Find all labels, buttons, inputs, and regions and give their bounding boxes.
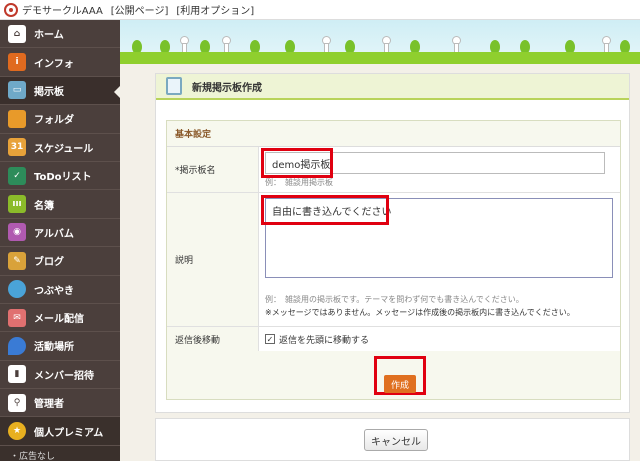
sidebar-item-label: アルバム [34, 228, 74, 240]
home-icon: ⌂ [8, 24, 26, 43]
grass-strip [120, 52, 640, 64]
sidebar-item-label: 活動場所 [34, 342, 74, 354]
sidebar-item-info[interactable]: i インフォ [0, 48, 120, 77]
admin-icon: ⚲ [8, 393, 26, 412]
board-name-label: *掲示板名 [167, 147, 259, 192]
album-icon: ◉ [8, 223, 26, 242]
top-bar: デモサークルAAA [公開ページ] [利用オプション] [0, 0, 640, 20]
sidebar-item-schedule[interactable]: 31 スケジュール [0, 134, 120, 162]
sidebar-item-label: つぶやき [34, 285, 74, 297]
sidebar-item-folder[interactable]: フォルダ [0, 105, 120, 134]
calendar-icon: 31 [8, 138, 26, 157]
highlight-box [261, 195, 389, 225]
sidebar-item-mail[interactable]: ✉ メール配信 [0, 304, 120, 333]
sidebar-item-label: 個人プレミアム [34, 427, 104, 439]
reply-field-cell: ✓ 返信を先頭に移動する [259, 327, 620, 351]
reply-checkbox-label: 返信を先頭に移動する [279, 335, 370, 346]
description-hint: 例： 雑談用の掲示板です。テーマを問わず何でも書き込んでください。 [265, 295, 524, 304]
sidebar-item-label: メンバー招待 [34, 370, 94, 382]
sidebar-item-label: 管理者 [34, 399, 64, 411]
description-row: 説明 自由に書き込んでください 例： 雑談用の掲示板です。テーマを問わず何でも書… [167, 193, 620, 327]
premium-icon: ★ [8, 422, 26, 441]
sidebar-item-label: フォルダ [34, 115, 74, 127]
roster-icon: ııı [8, 195, 26, 214]
reply-label: 返信後移動 [167, 327, 259, 351]
logo-icon [4, 2, 18, 17]
card-header: 新規掲示板作成 [156, 74, 629, 100]
page-title: 新規掲示板作成 [192, 82, 262, 94]
sidebar-item-location[interactable]: 活動場所 [0, 332, 120, 361]
description-label: 説明 [167, 193, 259, 326]
public-page-link[interactable]: [公開ページ] [111, 2, 169, 17]
sidebar-item-album[interactable]: ◉ アルバム [0, 219, 120, 248]
header-banner [120, 20, 640, 64]
info-icon: i [8, 53, 26, 72]
highlight-box [261, 148, 333, 178]
description-field-cell: 自由に書き込んでください 例： 雑談用の掲示板です。テーマを問わず何でも書き込ん… [259, 193, 620, 326]
board-name-row: *掲示板名 demo掲示板 例： 雑談用掲示板 [167, 147, 620, 193]
blog-icon: ✎ [8, 251, 26, 270]
reply-row: 返信後移動 ✓ 返信を先頭に移動する [167, 327, 620, 351]
sidebar-item-label: インフォ [34, 58, 74, 70]
board-name-field-cell: demo掲示板 例： 雑談用掲示板 [259, 147, 620, 192]
cancel-button[interactable]: キャンセル [364, 429, 428, 451]
sidebar-item-admin[interactable]: ⚲ 管理者 [0, 389, 120, 418]
cancel-card: キャンセル [155, 418, 630, 461]
sidebar-item-board[interactable]: ▭ 掲示板 [0, 76, 120, 106]
tweet-icon [8, 280, 26, 299]
section-title: 基本設定 [167, 121, 620, 147]
location-icon [8, 336, 26, 355]
sidebar-item-roster[interactable]: ııı 名簿 [0, 190, 120, 219]
reply-checkbox[interactable]: ✓ [265, 334, 275, 344]
sidebar-item-label: ToDoリスト [34, 172, 92, 184]
new-board-card: 新規掲示板作成 基本設定 *掲示板名 demo掲示板 例： 雑談用掲示板 説明 … [155, 73, 630, 413]
sidebar-item-todo[interactable]: ✓ ToDoリスト [0, 162, 120, 191]
invite-icon: ▮ [8, 365, 26, 384]
sidebar-item-label: 名簿 [34, 200, 54, 212]
sidebar: ⌂ ホーム i インフォ ▭ 掲示板 フォルダ 31 スケジュール ✓ ToDo… [0, 20, 120, 461]
sidebar-item-invite[interactable]: ▮ メンバー招待 [0, 361, 120, 390]
sidebar-item-tweet[interactable]: つぶやき [0, 276, 120, 304]
options-link[interactable]: [利用オプション] [176, 2, 254, 17]
sidebar-item-home[interactable]: ⌂ ホーム [0, 20, 120, 49]
sidebar-item-label: 掲示板 [34, 86, 64, 98]
board-document-icon [166, 77, 182, 95]
board-icon: ▭ [8, 81, 26, 100]
sidebar-item-label: スケジュール [34, 143, 94, 155]
sidebar-item-label: ホーム [34, 30, 64, 42]
folder-icon [8, 109, 26, 128]
sidebar-item-label: メール配信 [34, 314, 84, 326]
board-name-hint: 例： 雑談用掲示板 [265, 178, 333, 187]
todo-icon: ✓ [8, 166, 26, 185]
sidebar-item-label: ブログ [34, 257, 64, 269]
mail-icon: ✉ [8, 308, 26, 327]
app-name[interactable]: デモサークルAAA [22, 2, 103, 17]
create-button[interactable]: 作成 [384, 375, 416, 393]
sidebar-item-blog[interactable]: ✎ ブログ [0, 247, 120, 276]
sidebar-item-premium[interactable]: ★ 個人プレミアム [0, 417, 120, 446]
sidebar-sub-no-ads[interactable]: ・広告なし [0, 445, 120, 461]
description-warning: ※メッセージではありません。メッセージは作成後の掲示板内に書き込んでください。 [265, 308, 575, 317]
